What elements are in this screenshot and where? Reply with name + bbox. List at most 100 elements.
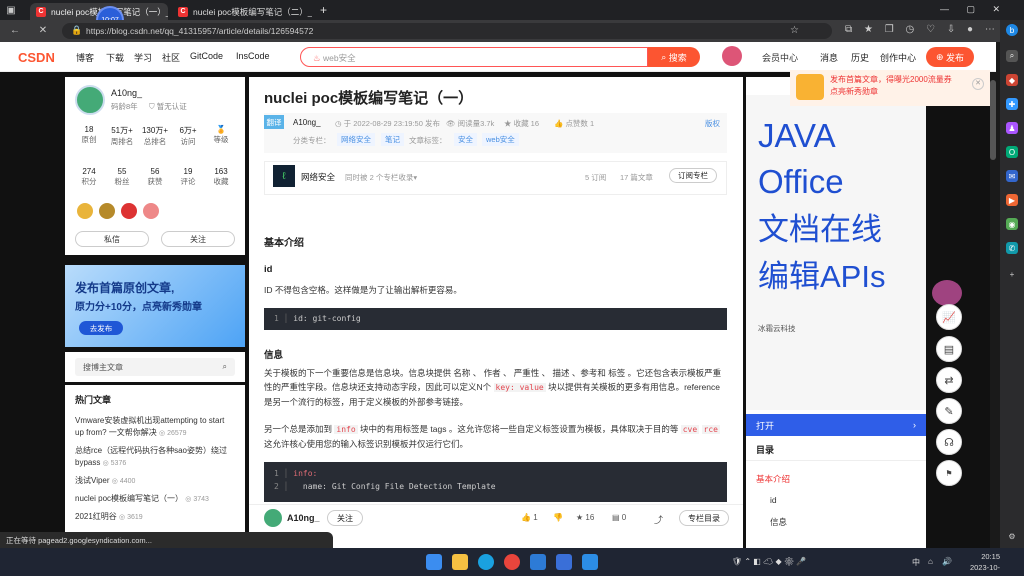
- photos-icon[interactable]: [530, 554, 546, 570]
- store-icon[interactable]: [556, 554, 572, 570]
- stat-visits[interactable]: 6万+ 访问: [174, 125, 202, 147]
- minimize-button[interactable]: —: [940, 4, 949, 15]
- network-icon[interactable]: ⌂: [928, 557, 933, 566]
- nav-community[interactable]: 社区: [162, 51, 180, 64]
- performance-icon[interactable]: ♡: [926, 24, 935, 35]
- designer-icon[interactable]: ◉: [1006, 218, 1018, 230]
- follow-button[interactable]: 关注: [161, 231, 235, 247]
- stat-comments[interactable]: 19 评论: [174, 167, 202, 187]
- vscode-icon[interactable]: [582, 554, 598, 570]
- open-button[interactable]: 打开 ›: [746, 414, 926, 436]
- list-item[interactable]: Vmware安装虚拟机出现attempting to start up from…: [75, 415, 235, 440]
- promo-popup[interactable]: 发布首篇文章，得曝光2000流量券 点亮新秀勋章 ✕: [790, 70, 990, 106]
- new-tab-button[interactable]: +: [320, 3, 327, 17]
- csdn-logo[interactable]: CSDN: [18, 50, 55, 65]
- category-tag[interactable]: 网络安全: [337, 133, 375, 146]
- nav-download[interactable]: 下载: [106, 51, 124, 64]
- badge-icon[interactable]: [99, 203, 115, 219]
- author-name[interactable]: A10ng_: [111, 88, 142, 98]
- site-search-input[interactable]: ♨ web安全: [300, 47, 648, 67]
- stat-likes[interactable]: 56 获赞: [141, 167, 169, 187]
- collections-icon[interactable]: ❐: [885, 24, 894, 35]
- document-icon[interactable]: ▤: [936, 336, 962, 362]
- meta-author[interactable]: A10ng_: [293, 118, 321, 127]
- toolbar-follow-button[interactable]: 关注: [327, 510, 363, 526]
- drop-icon[interactable]: ▶: [1006, 194, 1018, 206]
- advertisement[interactable]: JAVA Office 文档在线 编辑APIs 冰霜云科技: [746, 95, 926, 410]
- category-tag[interactable]: 笔记: [381, 133, 404, 146]
- message-button[interactable]: 私信: [75, 231, 149, 247]
- search-button[interactable]: ⌕ 搜索: [648, 47, 700, 67]
- report-button[interactable]: ⚑: [936, 460, 962, 486]
- url-input[interactable]: https://blog.csdn.net/qq_41315957/articl…: [62, 23, 832, 39]
- blog-search-input[interactable]: 搜博主文章 ⌕: [75, 358, 235, 376]
- nav-member-center[interactable]: 会员中心: [762, 51, 798, 64]
- badge-icon[interactable]: [121, 203, 137, 219]
- column-toc-button[interactable]: 专栏目录: [679, 510, 729, 526]
- favorite-star-icon[interactable]: ☆: [790, 25, 799, 36]
- edit-icon[interactable]: ✎: [936, 398, 962, 424]
- headset-icon[interactable]: ☊: [936, 429, 962, 455]
- toolbar-dislike[interactable]: 👎: [553, 513, 563, 522]
- downloads-icon[interactable]: ⇩: [947, 24, 955, 35]
- toolbar-favorite[interactable]: ★ 16: [576, 513, 594, 522]
- nav-inscode[interactable]: InsCode: [236, 51, 270, 61]
- author-avatar[interactable]: [264, 509, 282, 527]
- copilot-icon[interactable]: b: [1006, 24, 1018, 36]
- extensions-icon[interactable]: ⧉: [845, 24, 852, 35]
- share-icon[interactable]: ⤴: [654, 513, 663, 526]
- clock[interactable]: 20:15 2023-10-14: [964, 551, 1000, 576]
- close-window-button[interactable]: ✕: [992, 4, 1000, 15]
- chrome-icon[interactable]: [504, 554, 520, 570]
- stat-fans[interactable]: 55 粉丝: [108, 167, 136, 187]
- nav-history[interactable]: 历史: [851, 51, 869, 64]
- outlook-icon[interactable]: ✉: [1006, 170, 1018, 182]
- publish-button[interactable]: ⊕ 发布: [926, 47, 974, 67]
- nav-blog[interactable]: 博客: [76, 51, 94, 64]
- add-icon[interactable]: +: [1006, 268, 1018, 280]
- profile-avatar-icon[interactable]: ●: [967, 24, 973, 35]
- banner-cta-button[interactable]: 去发布: [79, 321, 123, 335]
- toolbar-comment[interactable]: ▤ 0: [612, 513, 626, 522]
- input-language[interactable]: 中: [912, 557, 920, 568]
- toolbar-author[interactable]: A10ng_: [287, 513, 320, 523]
- promo-banner[interactable]: 发布首篇原创文章, 原力分+10分，点亮新秀勋章 去发布: [65, 265, 245, 347]
- lock-icon[interactable]: 🔒: [70, 25, 84, 36]
- badge-icon[interactable]: [77, 203, 93, 219]
- close-icon[interactable]: ✕: [972, 78, 984, 90]
- meta-likes[interactable]: 👍 点赞数 1: [554, 118, 594, 129]
- back-icon[interactable]: ←: [8, 25, 22, 36]
- tools-icon[interactable]: ✚: [1006, 98, 1018, 110]
- menu-icon[interactable]: ⋯: [985, 24, 995, 35]
- history-icon[interactable]: ◷: [906, 24, 915, 35]
- author-avatar[interactable]: [75, 85, 105, 115]
- nav-learn[interactable]: 学习: [134, 51, 152, 64]
- reload-icon[interactable]: ✕: [36, 25, 50, 36]
- settings-icon[interactable]: ⚙: [1006, 530, 1018, 542]
- scrollbar-thumb[interactable]: [990, 80, 996, 160]
- article-tag[interactable]: 安全: [454, 133, 477, 146]
- page-scrollbar[interactable]: [990, 72, 996, 548]
- list-item[interactable]: nuclei poc模板编写笔记（一） ◎ 3743: [75, 493, 235, 506]
- chart-icon[interactable]: 📈: [936, 304, 962, 330]
- list-item[interactable]: 2021红明谷 ◎ 3619: [75, 511, 235, 524]
- search-icon[interactable]: ⌕: [1006, 50, 1018, 62]
- toc-item-info[interactable]: 信息: [770, 516, 787, 528]
- list-item[interactable]: 总结rce（远程代码执行各种sao姿势）绕过bypass ◎ 5376: [75, 445, 235, 470]
- start-icon[interactable]: [426, 554, 442, 570]
- games-icon[interactable]: ♟: [1006, 122, 1018, 134]
- article-tag[interactable]: web安全: [482, 133, 519, 146]
- toc-item-basic[interactable]: 基本介绍: [756, 473, 790, 485]
- chat-icon[interactable]: ✆: [1006, 242, 1018, 254]
- user-avatar[interactable]: [722, 46, 742, 66]
- column-name[interactable]: 网络安全: [301, 171, 335, 183]
- toc-item-id[interactable]: id: [770, 495, 777, 505]
- stat-total-rank[interactable]: 130万+ 总排名: [141, 125, 169, 147]
- stat-original[interactable]: 18 原创: [75, 125, 103, 147]
- favorites-icon[interactable]: ★: [864, 24, 873, 35]
- edge-icon[interactable]: [478, 554, 494, 570]
- nav-messages[interactable]: 消息: [820, 51, 838, 64]
- volume-icon[interactable]: 🔊: [942, 557, 952, 566]
- nav-creator-center[interactable]: 创作中心: [880, 51, 916, 64]
- mascot-icon[interactable]: [932, 280, 962, 306]
